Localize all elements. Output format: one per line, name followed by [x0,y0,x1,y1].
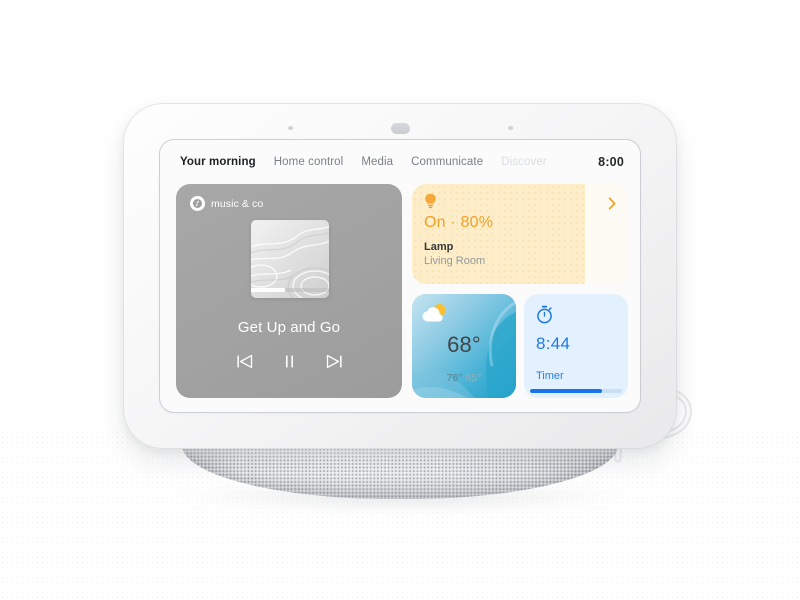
lamp-room-name: Living Room [424,255,486,267]
music-note-icon [190,196,205,211]
partly-cloudy-icon [421,303,448,324]
timer-remaining: 8:44 [536,334,571,353]
proximity-sensor-left-icon [288,126,293,130]
media-card[interactable]: music & co Get Up and Go [176,184,402,398]
tab-media[interactable]: Media [361,156,393,168]
transport-controls [176,354,402,369]
proximity-sensor-right-icon [508,126,513,130]
next-track-icon[interactable] [326,354,343,369]
status-clock: 8:00 [598,155,624,169]
track-title: Get Up and Go [237,319,341,336]
weather-current-temperature: 68° [447,332,481,357]
tab-bar: Your morning Home control Media Communic… [160,140,640,184]
timer-label: Timer [536,370,564,382]
music-service-name: music & co [211,197,264,210]
album-art[interactable] [251,220,329,298]
tab-your-morning[interactable]: Your morning [180,156,256,168]
ambient-light-sensor-icon [391,123,410,134]
lightbulb-icon [424,193,618,210]
lamp-control-card[interactable]: On · 80% Lamp Living Room [412,184,628,284]
timer-progress-bar [530,389,602,393]
timer-progress-track [530,389,622,393]
tab-communicate[interactable]: Communicate [411,156,483,168]
timer-card[interactable]: 8:44 Timer [524,294,628,398]
weather-low: 65° [465,372,482,384]
pause-icon[interactable] [283,354,296,369]
card-grid: music & co Get Up and Go On · 80% Lamp L… [176,184,628,402]
previous-track-icon[interactable] [236,354,253,369]
weather-card[interactable]: 68° 76° 65° [412,294,516,398]
weather-high: 76° [446,372,463,384]
weather-high-low: 76° 65° [412,372,516,384]
scene: Your morning Home control Media Communic… [0,0,800,600]
lamp-device-name: Lamp [424,241,454,253]
stopwatch-icon [536,305,553,324]
music-service: music & co [190,196,263,211]
lamp-card-content: On · 80% Lamp Living Room [424,193,618,276]
display-screen: Your morning Home control Media Communic… [160,140,640,412]
lamp-state-text: On · 80% [424,214,494,231]
chevron-right-icon[interactable] [608,197,617,210]
tab-discover[interactable]: Discover [501,156,547,168]
tab-home-control[interactable]: Home control [274,156,344,168]
